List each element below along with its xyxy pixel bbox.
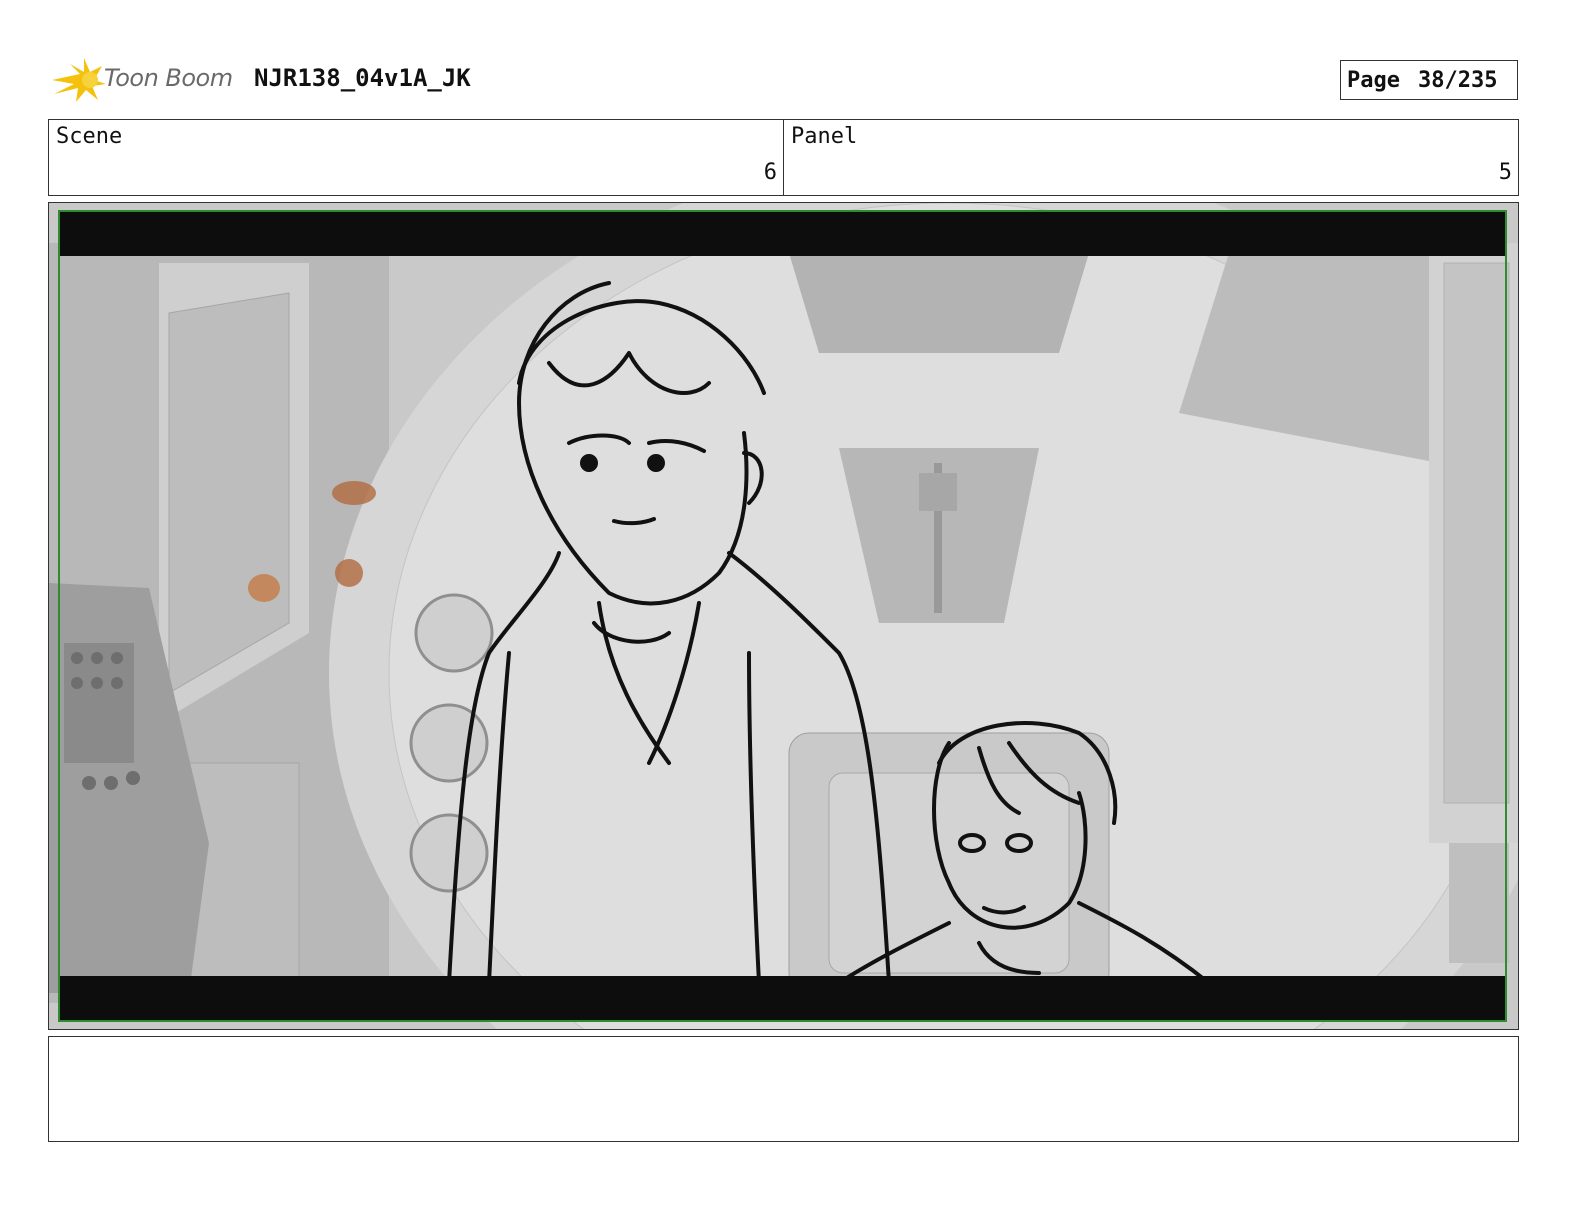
scene-cell: Scene 6 [49, 120, 783, 195]
panel-cell: Panel 5 [783, 120, 1518, 195]
panel-label: Panel [791, 124, 858, 149]
scene-panel-row: Scene 6 Panel 5 [48, 119, 1519, 196]
scene-value: 6 [763, 160, 777, 185]
page-label: Page [1347, 67, 1400, 93]
page-number: 38/235 [1417, 67, 1498, 93]
page-counter: Page 38/235 [1340, 60, 1518, 100]
panel-value: 5 [1498, 160, 1512, 185]
notes-box [48, 1036, 1519, 1142]
scene-label: Scene [56, 124, 123, 149]
document-title: NJR138_04v1A_JK [254, 64, 471, 92]
storyboard-sketch-image [49, 203, 1518, 1029]
brand-name: Toon Boom [104, 64, 233, 92]
storyboard-panel [48, 202, 1519, 1030]
